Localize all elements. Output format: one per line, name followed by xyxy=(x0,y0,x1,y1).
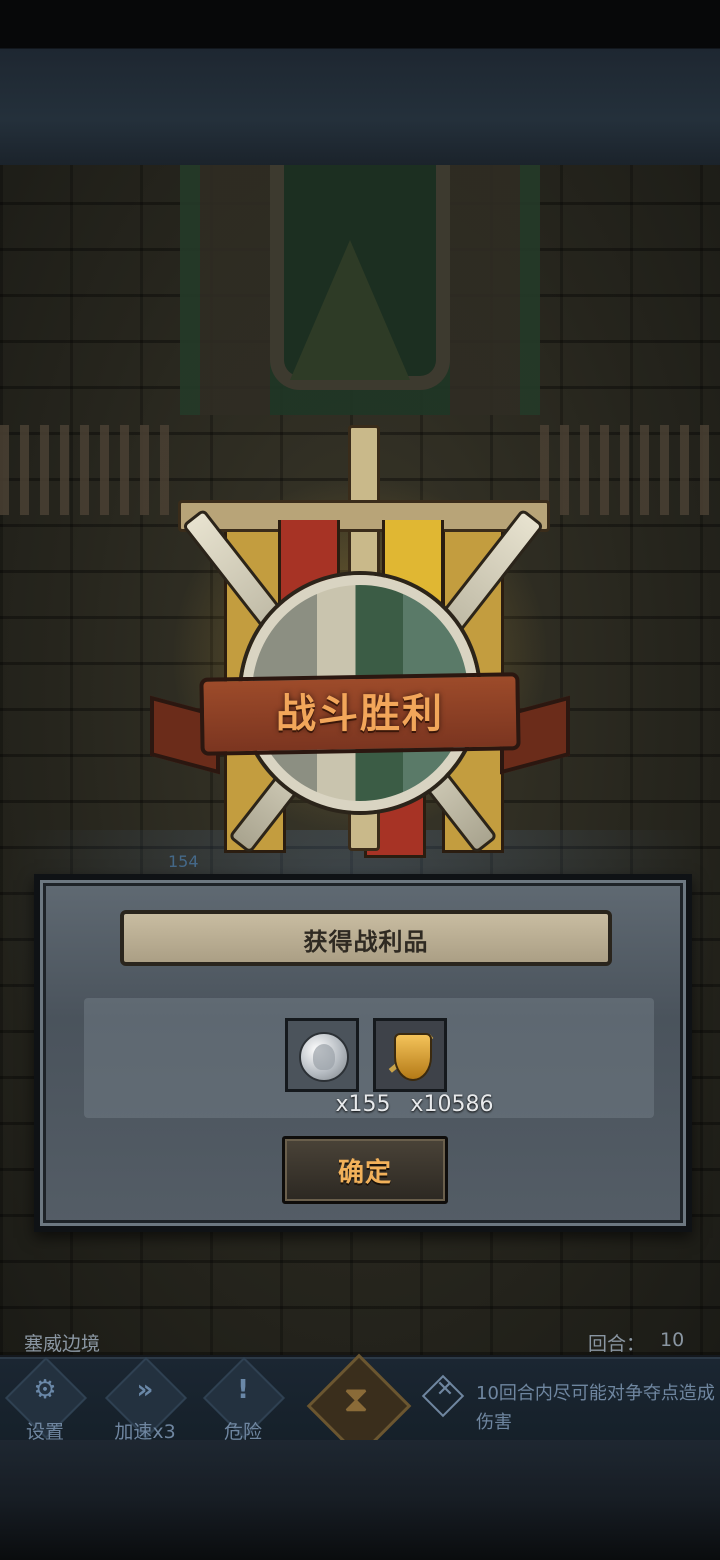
stage-name: 塞威边境 xyxy=(24,1333,101,1355)
silver-coin-icon xyxy=(299,1032,349,1082)
loot-panel: 获得战利品 x155 x10586 确定 xyxy=(34,874,692,1232)
pine-tree xyxy=(290,240,410,380)
loot-quantity-silver: x155 xyxy=(335,1092,391,1117)
battle-objective: ✕ 10回合内尽可能对争夺点造成伤害 xyxy=(420,1365,720,1443)
bottom-letterbox xyxy=(0,1440,720,1560)
loot-panel-header: 获得战利品 xyxy=(120,910,612,966)
speed-button[interactable]: » 加速x3 xyxy=(102,1356,188,1443)
end-turn-button[interactable]: ⧗ xyxy=(306,1353,412,1459)
coin-portrait xyxy=(313,1044,335,1070)
round-counter: 10 xyxy=(660,1329,685,1351)
victory-emblem: 战斗胜利 xyxy=(150,415,570,858)
danger-button[interactable]: ! 危险 xyxy=(200,1356,286,1443)
settings-button[interactable]: ⚙ 设置 xyxy=(2,1356,88,1443)
bottom-hud: ⚙ 设置 » 加速x3 ! 危险 ⧗ ✕ 10回合内尽可能对争夺点造成伤害 xyxy=(0,1353,720,1459)
confirm-button[interactable]: 确定 xyxy=(282,1136,448,1204)
victory-title: 战斗胜利 xyxy=(276,691,444,737)
loot-item-list: x155 x10586 xyxy=(84,998,654,1118)
hud-status-row: 塞威边境 回合： 10 xyxy=(0,1325,720,1357)
loot-quantity-badge: x10586 xyxy=(410,1092,494,1117)
gear-icon: ⚙ xyxy=(33,1375,57,1405)
round-label: 回合： xyxy=(588,1333,646,1355)
crossed-swords-icon: ✕ xyxy=(435,1377,455,1402)
objective-text: 10回合内尽可能对争夺点造成伤害 xyxy=(476,1383,715,1433)
hourglass-icon: ⧗ xyxy=(343,1379,369,1420)
game-screen: 154 战斗胜利 获得战利品 x155 x10586 确定 塞威边境 回合： 1… xyxy=(0,0,720,1560)
exclamation-icon: ! xyxy=(237,1375,249,1405)
loot-item-shield-badge[interactable] xyxy=(373,1018,447,1092)
golden-shield-badge-icon xyxy=(394,1033,432,1081)
top-letterbox xyxy=(0,0,720,165)
loot-item-silver-coin[interactable] xyxy=(285,1018,359,1092)
banner-pole-horizontal xyxy=(178,500,550,532)
fast-forward-icon: » xyxy=(136,1375,154,1405)
